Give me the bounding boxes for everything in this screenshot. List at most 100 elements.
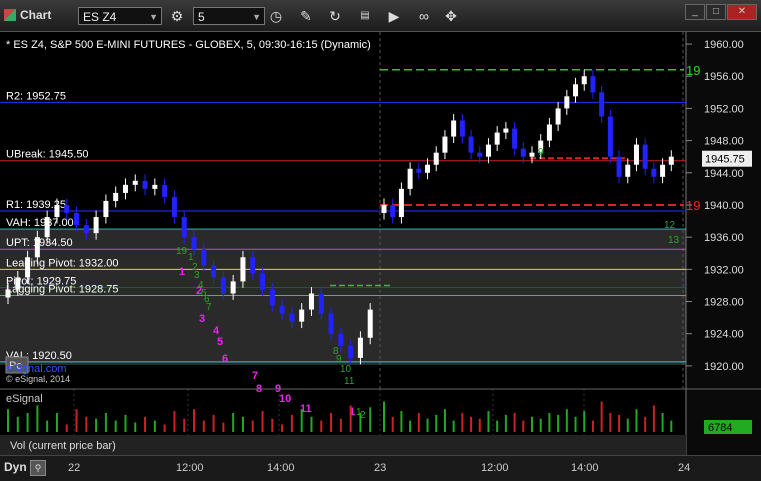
candle-body	[367, 309, 373, 338]
refresh-icon[interactable]: ↻	[325, 6, 345, 26]
candle-body	[546, 124, 552, 141]
sequential-count-green: 10	[340, 364, 352, 375]
green-count-marker: 19	[686, 63, 700, 78]
candle-body	[250, 257, 256, 274]
level-label: R2: 1952.75	[6, 90, 66, 102]
y-tick-label: 1960.00	[704, 39, 744, 51]
chart-area[interactable]: R2: 1952.75UBreak: 1945.50R1: 1939.25VAH…	[0, 32, 761, 455]
candle-body	[113, 192, 119, 201]
candle-body	[15, 277, 21, 290]
candle-body	[468, 136, 474, 153]
candle-body	[171, 196, 177, 218]
candle-body	[240, 257, 246, 282]
candle-body	[318, 293, 324, 314]
candle-body	[442, 136, 448, 153]
candle-body	[211, 265, 217, 278]
candle-body	[485, 144, 491, 157]
level-label: UBreak: 1945.50	[6, 149, 89, 161]
candle-body	[201, 249, 207, 266]
sequential-count-green: 9	[538, 147, 544, 158]
y-tick-label: 1932.00	[704, 264, 744, 276]
candle-body	[299, 309, 305, 322]
crosshair-icon[interactable]: ✥	[441, 6, 461, 26]
candle-body	[103, 200, 109, 218]
candle-body	[44, 217, 50, 238]
x-tick-label: 24	[678, 462, 691, 474]
candle-body	[93, 217, 99, 234]
candle-body	[433, 152, 439, 165]
candle-body	[651, 168, 657, 177]
candle-body	[416, 168, 422, 173]
maximize-button[interactable]: □	[706, 4, 726, 20]
interval-input[interactable]: 5 ▼	[193, 7, 265, 25]
symbol-input[interactable]: ES Z4 ▼	[78, 7, 162, 25]
y-tick-label: 1940.00	[704, 200, 744, 212]
y-tick-label: 1928.00	[704, 297, 744, 309]
x-tick-label: 14:00	[571, 462, 599, 474]
candle-body	[599, 92, 605, 117]
candle-body	[503, 128, 509, 133]
sequential-count-green: 11	[344, 376, 355, 387]
play-icon[interactable]: ▶	[384, 6, 404, 26]
y-tick-label: 1924.00	[704, 329, 744, 341]
candle-body	[425, 164, 431, 173]
close-button[interactable]: ✕	[727, 4, 757, 20]
pencil-icon[interactable]: ✎	[296, 6, 316, 26]
candle-body	[74, 213, 80, 226]
sequential-count-green: 13	[668, 235, 680, 246]
candle-body	[616, 156, 622, 177]
quote-icon[interactable]: ▤	[355, 6, 375, 26]
candle-body	[34, 237, 40, 258]
x-tick-label: 14:00	[267, 462, 295, 474]
y-tick-label: 1952.00	[704, 103, 744, 115]
candle-body	[668, 156, 674, 165]
link-icon[interactable]: ∞	[414, 6, 434, 26]
zoom-icon[interactable]: ⚲	[30, 460, 46, 476]
candle-body	[512, 128, 518, 149]
candle-body	[162, 184, 168, 197]
interval-value: 5	[198, 10, 205, 24]
x-tick-label: 12:00	[481, 462, 509, 474]
candle-body	[477, 152, 483, 157]
candle-body	[407, 168, 413, 189]
candle-body	[142, 180, 148, 189]
sequential-count-magenta: 7	[252, 370, 258, 382]
volume-legend: Vol (current price bar)	[10, 440, 116, 452]
settings-icon[interactable]: ⚙	[167, 6, 187, 26]
candle-body	[581, 76, 587, 85]
sequential-count-magenta: 1	[179, 266, 185, 278]
chart-header: * ES Z4, S&P 500 E-MINI FUTURES - GLOBEX…	[6, 39, 371, 51]
candle-body	[573, 84, 579, 97]
x-tick-label: 12:00	[176, 462, 204, 474]
sequential-count-green: 12	[664, 220, 676, 231]
candle-body	[633, 144, 639, 165]
x-tick-label: 22	[68, 462, 81, 474]
chevron-down-icon[interactable]: ▼	[149, 8, 158, 26]
candle-body	[555, 108, 561, 125]
candle-body	[642, 144, 648, 169]
candle-body	[181, 217, 187, 238]
candle-body	[529, 152, 535, 157]
candle-body	[607, 116, 613, 157]
chevron-down-icon[interactable]: ▼	[252, 8, 261, 26]
level-label: VAH: 1937.00	[6, 217, 74, 229]
candle-body	[451, 120, 457, 137]
candle-body	[520, 148, 526, 157]
clock-icon[interactable]: ◷	[266, 6, 286, 26]
minimize-button[interactable]: _	[685, 4, 705, 20]
window-title-label: Chart	[20, 8, 52, 22]
window-title: Chart	[4, 8, 51, 22]
toolbar: Chart ES Z4 ▼ ⚙ 5 ▼ ◷ ✎ ↻ ▤ ▶ ∞ ✥ _ □ ✕	[0, 0, 761, 32]
candle-body	[564, 96, 570, 109]
y-tick-label: 1920.00	[704, 361, 744, 373]
candle-body	[381, 204, 387, 214]
candle-body	[348, 345, 354, 358]
time-axis: Dyn ⚲ 22 12:00 14:00 23 12:00 14:00 24	[0, 455, 761, 481]
candle-body	[390, 204, 396, 218]
candle-body	[625, 164, 631, 177]
sequential-count-magenta: 3	[199, 313, 205, 325]
sequential-count-magenta: 6	[222, 353, 228, 365]
volume-value: 6784	[708, 422, 732, 434]
candle-body	[279, 305, 285, 314]
dyn-label: Dyn	[4, 460, 27, 474]
